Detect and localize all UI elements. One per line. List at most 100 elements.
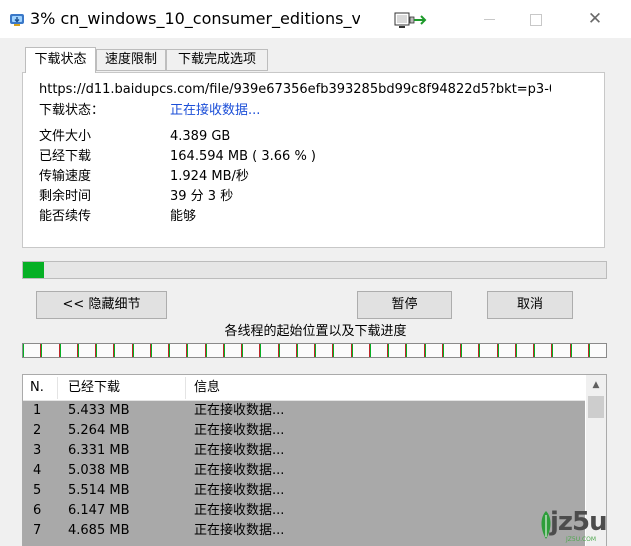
table-row[interactable]: 4 5.038 MB 正在接收数据... — [23, 461, 585, 481]
thread-segment — [169, 344, 188, 357]
tab-download-status[interactable]: 下载状态 — [25, 47, 96, 73]
thread-segment — [223, 344, 242, 357]
thread-segment-fill — [315, 344, 316, 357]
thread-segment — [205, 344, 224, 357]
thread-segment-fill — [260, 344, 261, 357]
thread-segment — [242, 344, 261, 357]
watermark-logo: jz5u JZ5U.COM — [536, 505, 626, 545]
thread-segment — [260, 344, 279, 357]
thread-segment — [132, 344, 151, 357]
column-divider[interactable] — [57, 377, 58, 399]
row-info: 正在接收数据... — [194, 503, 285, 518]
close-button[interactable]: ✕ — [580, 8, 610, 30]
download-window: 3% cn_windows_10_consumer_editions_vers.… — [0, 0, 631, 546]
thread-segment — [424, 344, 443, 357]
thread-segment — [23, 344, 42, 357]
close-icon: ✕ — [587, 9, 603, 29]
thread-segment — [150, 344, 169, 357]
table-row[interactable]: 5 5.514 MB 正在接收数据... — [23, 481, 585, 501]
download-url: https://d11.baidupcs.com/file/939e67356e… — [39, 82, 551, 97]
column-header-number[interactable]: N. — [30, 375, 44, 401]
pause-button[interactable]: 暂停 — [357, 291, 452, 319]
scroll-up-arrow-icon[interactable]: ▲ — [586, 375, 606, 395]
thread-segment-fill — [515, 344, 517, 357]
row-downloaded: 6.331 MB — [68, 443, 130, 458]
thread-segment — [479, 344, 498, 357]
thread-segment-fill — [150, 344, 152, 357]
row-downloaded: 4.685 MB — [68, 523, 130, 538]
window-title: 3% cn_windows_10_consumer_editions_vers.… — [30, 9, 360, 28]
list-header: N. 已经下载 信息 — [23, 375, 585, 401]
table-row[interactable]: 3 6.331 MB 正在接收数据... — [23, 441, 585, 461]
thread-segment — [96, 344, 115, 357]
progress-fill — [23, 262, 45, 278]
table-row[interactable]: 7 4.685 MB 正在接收数据... — [23, 521, 585, 541]
row-info: 正在接收数据... — [194, 463, 285, 478]
threads-caption: 各线程的起始位置以及下载进度 — [224, 324, 407, 339]
remaining-time-value: 39 分 3 秒 — [170, 189, 234, 204]
title-bar[interactable]: 3% cn_windows_10_consumer_editions_vers.… — [0, 0, 631, 38]
overall-progress-bar — [22, 261, 607, 279]
thread-segment — [552, 344, 571, 357]
row-downloaded: 5.433 MB — [68, 403, 130, 418]
table-row[interactable]: 1 5.433 MB 正在接收数据... — [23, 401, 585, 421]
status-value: 正在接收数据... — [170, 103, 261, 118]
thread-segment-fill — [552, 344, 553, 357]
threads-list[interactable]: N. 已经下载 信息 1 5.433 MB 正在接收数据... 2 5.264 MB 正在… — [22, 374, 607, 546]
row-info: 正在接收数据... — [194, 443, 285, 458]
maximize-button[interactable] — [521, 8, 551, 30]
thread-segment — [588, 344, 606, 357]
column-header-info[interactable]: 信息 — [194, 375, 220, 401]
tab-completion-options[interactable]: 下载完成选项 — [166, 49, 268, 71]
thread-segment — [351, 344, 370, 357]
row-downloaded: 5.264 MB — [68, 423, 130, 438]
status-label: 下载状态： — [39, 103, 105, 118]
thread-segment-fill — [132, 344, 134, 357]
minimize-button[interactable] — [475, 8, 505, 30]
tab-speed-limit[interactable]: 速度限制 — [96, 49, 166, 71]
column-header-downloaded[interactable]: 已经下载 — [68, 375, 120, 401]
row-number: 5 — [33, 483, 42, 498]
threads-progress-bar — [22, 343, 607, 358]
table-row[interactable]: 6 6.147 MB 正在接收数据... — [23, 501, 585, 521]
thread-segment-fill — [114, 344, 115, 357]
table-row[interactable]: 2 5.264 MB 正在接收数据... — [23, 421, 585, 441]
thread-segment — [59, 344, 78, 357]
resume-label: 能否续传 — [39, 209, 92, 224]
thread-segment-fill — [369, 344, 371, 357]
thread-segment — [77, 344, 96, 357]
thread-segment-fill — [205, 344, 207, 357]
cancel-button[interactable]: 取消 — [487, 291, 573, 319]
column-divider[interactable] — [185, 377, 186, 399]
thread-segment-fill — [278, 344, 280, 357]
file-size-label: 文件大小 — [39, 129, 92, 144]
thread-segment — [570, 344, 589, 357]
network-transfer-icon[interactable] — [394, 11, 430, 29]
thread-segment-fill — [77, 344, 79, 357]
thread-segment — [534, 344, 553, 357]
list-rows: 1 5.433 MB 正在接收数据... 2 5.264 MB 正在接收数据... 3 6.3… — [23, 401, 585, 546]
speed-value: 1.924 MB/秒 — [170, 169, 249, 184]
thread-segment — [333, 344, 352, 357]
scrollbar-thumb[interactable] — [588, 396, 604, 418]
downloaded-value: 164.594 MB ( 3.66 % ) — [170, 149, 316, 164]
row-info: 正在接收数据... — [194, 403, 285, 418]
thread-segment-fill — [534, 344, 535, 357]
thread-segment-fill — [588, 344, 590, 357]
thread-segment-fill — [479, 344, 480, 357]
row-downloaded: 6.147 MB — [68, 503, 130, 518]
thread-segment — [41, 344, 60, 357]
thread-segment — [461, 344, 480, 357]
thread-segment-fill — [388, 344, 389, 357]
row-number: 3 — [33, 443, 42, 458]
thread-segment-fill — [351, 344, 353, 357]
row-info: 正在接收数据... — [194, 523, 285, 538]
thread-segment-fill — [41, 344, 42, 357]
row-number: 1 — [33, 403, 42, 418]
resume-value: 能够 — [170, 209, 197, 224]
hide-details-button[interactable]: << 隐藏细节 — [36, 291, 167, 319]
watermark-subtext: JZ5U.COM — [566, 536, 597, 543]
row-number: 2 — [33, 423, 42, 438]
thread-segment-fill — [187, 344, 188, 357]
thread-segment — [406, 344, 425, 357]
